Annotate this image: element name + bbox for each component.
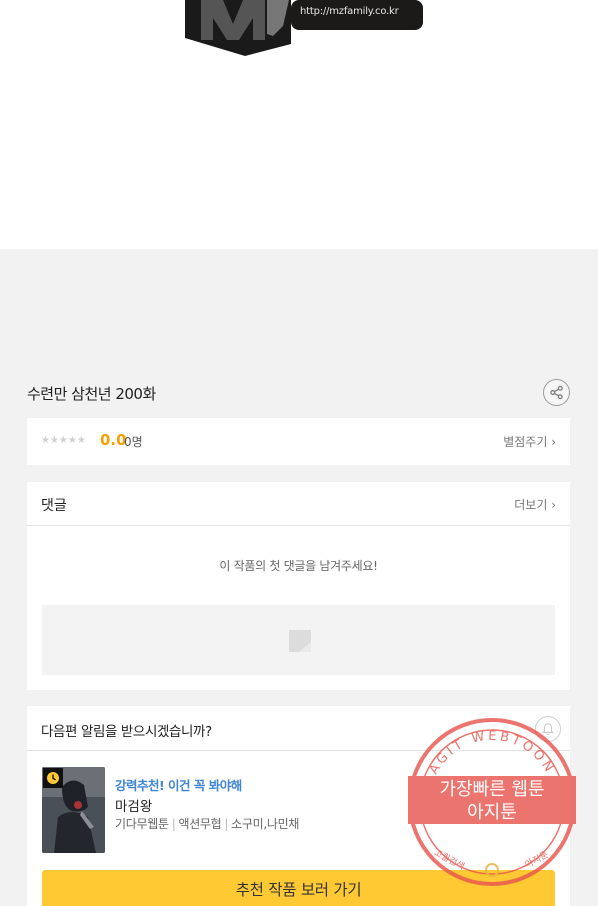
svg-text:아지툰: 아지툰 bbox=[467, 802, 517, 823]
comment-panel: 댓글 더보기 › 이 작품의 첫 댓글을 남겨주세요! bbox=[27, 482, 570, 690]
ad-placeholder[interactable] bbox=[42, 605, 555, 675]
recommended-webtoon-thumbnail[interactable] bbox=[42, 767, 105, 853]
author-label: 소구미,나민채 bbox=[231, 817, 300, 831]
clock-icon bbox=[47, 772, 59, 784]
rating-score: 0.0 bbox=[100, 431, 127, 449]
image-placeholder-icon bbox=[289, 630, 311, 652]
share-button[interactable] bbox=[543, 379, 570, 406]
rate-button[interactable]: 별점주기 › bbox=[503, 433, 556, 450]
genre-label: 액션무협 bbox=[178, 817, 222, 831]
episode-title: 수련만 삼천년 200화 bbox=[27, 385, 156, 403]
comments-more-button[interactable]: 더보기 › bbox=[514, 496, 556, 513]
share-icon bbox=[550, 385, 563, 400]
waitfree-badge bbox=[43, 768, 63, 788]
svg-text:아지툰: 아지툰 bbox=[523, 849, 550, 870]
svg-text:가장빠른 웹툰: 가장빠른 웹툰 bbox=[439, 779, 544, 800]
banner-url-text: http://mzfamily.co.kr bbox=[300, 6, 399, 17]
rating-panel: ★★★★★ 0.0 0명 별점주기 › bbox=[27, 418, 570, 465]
recommended-webtoon-title[interactable]: 마검왕 bbox=[115, 795, 152, 815]
genre-label: 기다무웹툰 bbox=[115, 817, 169, 831]
recommendation-tag: 강력추천! 이건 꼭 봐야해 bbox=[115, 778, 242, 793]
agit-webtoon-watermark-stamp: AGIT WEBTOON 가장빠른 웹툰 아지툰 고퀄검색 아지툰 bbox=[408, 718, 576, 886]
svg-text:고퀄검색: 고퀄검색 bbox=[432, 846, 467, 872]
notify-question: 다음편 알림을 받으시겠습니까? bbox=[41, 724, 212, 740]
comment-header: 댓글 더보기 › bbox=[27, 482, 570, 526]
comment-title: 댓글 bbox=[41, 498, 67, 514]
rating-stars: ★★★★★ bbox=[41, 435, 86, 446]
recommended-webtoon-meta: 기다무웹툰 | 액션무협 | 소구미,나민채 bbox=[115, 817, 300, 831]
empty-comment-message: 이 작품의 첫 댓글을 남겨주세요! bbox=[219, 559, 378, 573]
rating-count: 0명 bbox=[124, 435, 143, 449]
